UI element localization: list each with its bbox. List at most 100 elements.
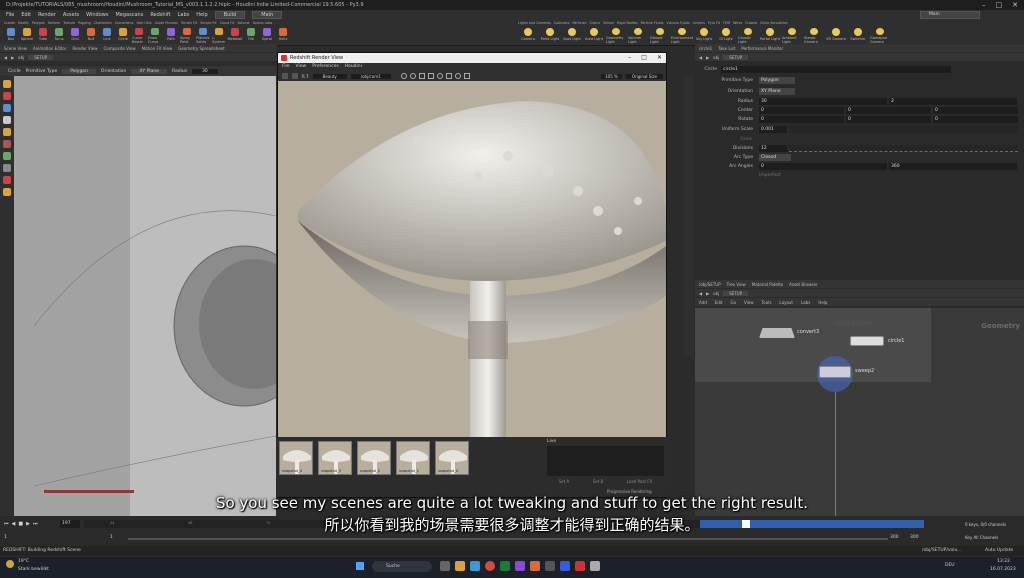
tab-performance-monitor[interactable]: Performance Monitor [741,46,783,51]
shelf-tab[interactable]: Solaris Labs [253,21,273,27]
close-icon[interactable]: ✕ [1012,0,1018,10]
net-menu-help[interactable]: Help [818,300,827,305]
tab-material-palette[interactable]: Material Palette [752,282,783,287]
shelf-tool[interactable]: Null [84,28,98,44]
light-tab[interactable]: Drive Simulation [760,21,787,27]
light-tool[interactable]: Volume Light [628,28,648,44]
radius-y-field[interactable]: 2 [889,98,1017,105]
light-tab[interactable]: Crowds [745,21,757,27]
menu-help[interactable]: Help [196,12,207,18]
shelf-tool[interactable]: Circle [116,28,130,44]
convert-node[interactable] [759,328,795,338]
redshift-icon[interactable] [575,561,585,571]
view-icon[interactable] [3,152,11,160]
arc-angle-end-field[interactable]: 360 [889,163,1017,170]
handle-icon[interactable] [3,128,11,136]
arc-type-field[interactable]: Closed [759,154,791,161]
main-dropdown[interactable]: Main [252,11,283,19]
key-all-channels[interactable]: Key All Channels [965,535,998,540]
rotate-icon[interactable] [3,104,11,112]
minimize-icon[interactable]: – [982,0,986,10]
menu-file[interactable]: File [6,12,14,18]
light-tab[interactable]: Viscous Fluids [666,21,689,27]
light-tab[interactable]: Particle Fluids [641,21,664,27]
shelf-tab[interactable]: Characters [94,21,112,27]
light-tool[interactable]: Area Light [584,28,604,44]
light-tab[interactable]: Wires [733,21,742,27]
net-menu-view[interactable]: View [744,300,754,305]
tab-take-list[interactable]: Take List [718,46,735,51]
shelf-tool[interactable]: Box [4,28,18,44]
shelf-tab[interactable]: Deform [48,21,60,27]
focus-icon[interactable] [436,73,443,79]
set-a-button[interactable]: Set A [559,479,570,484]
net-menu-labs[interactable]: Labs [801,300,810,305]
net-menu-tools[interactable]: Tools [762,300,772,305]
left-pane-tab[interactable]: Geometry Spreadsheet [178,46,224,51]
menu-labs[interactable]: Labs [178,12,190,18]
app-icon-6[interactable] [515,561,525,571]
menu-redshift[interactable]: Redshift [150,12,170,18]
maximize-icon[interactable]: □ [996,0,1003,10]
imperfect-checkbox[interactable]: Imperfect [759,172,781,180]
center-z-field[interactable]: 0 [933,107,1018,114]
snapshot-thumb[interactable]: snapshot_0 [435,441,469,475]
radius-x-field[interactable]: 30 [759,98,887,105]
left-pane-tab[interactable]: Composite View [104,46,136,51]
shelf-tool[interactable]: Path [164,28,178,44]
clock-date[interactable]: 16.07.2023 [990,567,1016,572]
sweep-node[interactable] [819,366,851,378]
shelf-tab[interactable]: Simple FX [200,21,216,27]
light-tool[interactable]: Point Light [540,28,560,44]
light-tool[interactable]: GI Light [716,28,736,44]
range-start[interactable]: 1 [4,535,7,540]
circle-node[interactable] [850,336,884,346]
range-slider[interactable] [128,538,888,540]
shelf-tab[interactable]: Create [4,21,15,27]
spotify-icon[interactable] [500,561,510,571]
shelf-tab[interactable]: Guide Process [155,21,178,27]
tab-circle1[interactable]: circle1 [699,46,712,51]
snapshot-icon[interactable] [400,73,407,79]
center-x-field[interactable]: 0 [759,107,844,114]
divisions-field[interactable]: 12 [759,145,787,152]
edge-icon[interactable] [470,561,480,571]
shelf-tab[interactable]: Polygon [32,21,45,27]
menu-windows[interactable]: Windows [86,12,108,18]
net-menu-go[interactable]: Go [731,300,737,305]
zoom-field[interactable]: 105 % [601,73,622,79]
right-forward-icon[interactable]: ▶ [706,55,709,60]
uniform-scale-slider[interactable] [789,126,1018,133]
language-indicator[interactable]: DEU [945,563,955,568]
left-path-node[interactable]: SETUP [28,54,54,60]
light-tool[interactable]: Geometry Light [606,28,626,44]
net-menu-edit[interactable]: Edit [715,300,723,305]
rv-menu-preferences[interactable]: Preferences [312,63,338,71]
snapshot-thumb[interactable]: snapshot_2 [357,441,391,475]
menu-megascans[interactable]: Megascans [115,12,143,18]
light-tab[interactable]: FEM [723,21,730,27]
app-icon-8[interactable] [545,561,555,571]
shelf-tool[interactable]: Sphere [20,28,34,44]
brush-icon[interactable] [3,188,11,196]
uniform-scale-field[interactable]: 0.001 [759,126,787,133]
shelf-tab[interactable]: Constraints [115,21,134,27]
left-path-obj[interactable]: obj [18,55,24,60]
range-end-b[interactable]: 300 [910,535,919,540]
shelf-tool[interactable]: Curve Bezier [132,28,146,44]
region-icon[interactable] [445,73,452,79]
load-postfx-button[interactable]: Load Post FX [627,479,653,484]
build-desktop-dropdown[interactable]: Build [214,11,246,19]
shelf-tool[interactable]: Platonic Solids [196,28,210,44]
shelf-tab[interactable]: Terrain FX [181,21,197,27]
shelf-tool[interactable]: Line [100,28,114,44]
render-image[interactable] [278,81,666,491]
net-forward-icon[interactable]: ▶ [706,291,709,296]
primitive-type-param[interactable]: Polygon [759,77,795,84]
center-y-field[interactable]: 0 [846,107,931,114]
light-tool[interactable]: Portal Light [760,28,780,44]
primitive-type-field[interactable]: Polygon [62,68,96,74]
divisions-slider[interactable] [789,145,1018,152]
light-tool[interactable]: Gamepad Camera [870,28,890,44]
explorer-icon[interactable] [455,561,465,571]
